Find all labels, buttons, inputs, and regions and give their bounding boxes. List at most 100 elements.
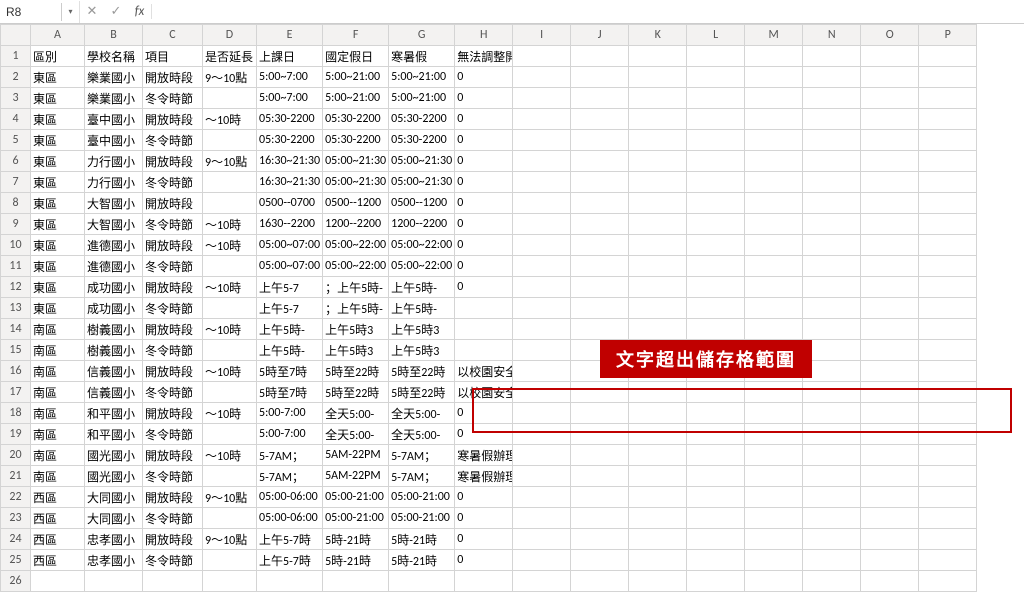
cell[interactable] xyxy=(919,46,977,67)
cell[interactable] xyxy=(745,130,803,151)
cell[interactable] xyxy=(861,46,919,67)
cell[interactable] xyxy=(513,214,571,235)
cell[interactable]: 0 xyxy=(455,151,513,172)
cell[interactable] xyxy=(455,571,513,592)
column-header-M[interactable]: M xyxy=(745,25,803,46)
cell[interactable]: 1200--2200 xyxy=(323,214,389,235)
cell[interactable]: 0 xyxy=(455,67,513,88)
cell[interactable] xyxy=(513,571,571,592)
column-header-F[interactable]: F xyxy=(323,25,389,46)
cell[interactable] xyxy=(861,88,919,109)
cell[interactable]: 和平國小 xyxy=(85,424,143,445)
row-header[interactable]: 16 xyxy=(1,361,31,382)
cell[interactable]: 和平國小 xyxy=(85,403,143,424)
cell[interactable] xyxy=(687,67,745,88)
cell[interactable] xyxy=(629,277,687,298)
cell[interactable]: 成功國小 xyxy=(85,298,143,319)
cell[interactable] xyxy=(513,340,571,361)
cell[interactable]: 05:30-2200 xyxy=(389,109,455,130)
cell[interactable]: 開放時段 xyxy=(143,235,203,256)
cell[interactable]: 05:00~21:30 xyxy=(389,172,455,193)
cell[interactable] xyxy=(919,151,977,172)
cell[interactable]: ～10時 xyxy=(203,319,257,340)
cell[interactable]: 大同國小 xyxy=(85,508,143,529)
cell[interactable] xyxy=(861,193,919,214)
cell[interactable]: 以校園安全為優先考量，校內仍有課後照顧學生尚未放學，不宜提早開放。 xyxy=(455,382,513,403)
cell[interactable]: ～10時 xyxy=(203,214,257,235)
cell[interactable]: 南區 xyxy=(31,403,85,424)
cell[interactable]: 以校園安全為優先考量，校內仍有課後照顧學生尚未放學，不宜提早開放。 xyxy=(455,361,513,382)
cell[interactable] xyxy=(861,214,919,235)
cell[interactable]: 9～10點 xyxy=(203,67,257,88)
cell[interactable]: 5時至22時 xyxy=(323,361,389,382)
cell[interactable]: 南區 xyxy=(31,319,85,340)
cell[interactable] xyxy=(629,298,687,319)
cell[interactable]: 開放時段 xyxy=(143,445,203,466)
cell[interactable]: 開放時段 xyxy=(143,361,203,382)
cell[interactable]: 大同國小 xyxy=(85,487,143,508)
cell[interactable]: 5AM-22PM xyxy=(323,445,389,466)
spreadsheet-grid[interactable]: ABCDEFGHIJKLMNOP 1區別學校名稱項目是否延長上課日國定假日寒暑假… xyxy=(0,24,977,592)
cell[interactable] xyxy=(803,67,861,88)
cell[interactable]: 0 xyxy=(455,529,513,550)
cell[interactable] xyxy=(687,130,745,151)
cell[interactable] xyxy=(803,193,861,214)
cell[interactable] xyxy=(687,151,745,172)
cell[interactable]: 冬令時節 xyxy=(143,130,203,151)
column-header-B[interactable]: B xyxy=(85,25,143,46)
cell[interactable] xyxy=(919,550,977,571)
cell[interactable]: 05:30-2200 xyxy=(257,130,323,151)
cell[interactable] xyxy=(203,88,257,109)
cell[interactable] xyxy=(629,487,687,508)
cell[interactable] xyxy=(629,424,687,445)
sheet-area[interactable]: ABCDEFGHIJKLMNOP 1區別學校名稱項目是否延長上課日國定假日寒暑假… xyxy=(0,24,1024,605)
cell[interactable]: 5時-21時 xyxy=(389,529,455,550)
cell[interactable] xyxy=(687,529,745,550)
cell[interactable]: 5-7AM； xyxy=(389,466,455,487)
cell[interactable] xyxy=(687,235,745,256)
cell[interactable]: 0500--1200 xyxy=(323,193,389,214)
cell[interactable] xyxy=(203,466,257,487)
cell[interactable] xyxy=(745,109,803,130)
cell[interactable] xyxy=(803,508,861,529)
cell[interactable]: 16:30~21:30 xyxy=(257,172,323,193)
cell[interactable]: 05:00-21:00 xyxy=(323,508,389,529)
cell[interactable]: 東區 xyxy=(31,172,85,193)
cell[interactable] xyxy=(629,172,687,193)
cell[interactable]: 05:00~07:00 xyxy=(257,235,323,256)
column-header-C[interactable]: C xyxy=(143,25,203,46)
cell[interactable] xyxy=(571,256,629,277)
cell[interactable] xyxy=(571,319,629,340)
cell[interactable]: 5:00~7:00 xyxy=(257,88,323,109)
cell[interactable]: 上午5-7時 xyxy=(257,550,323,571)
cell[interactable]: 是否延長 xyxy=(203,46,257,67)
cell[interactable]: 5:00~21:00 xyxy=(389,67,455,88)
cell[interactable] xyxy=(919,256,977,277)
cell[interactable] xyxy=(571,487,629,508)
cell[interactable]: 16:30~21:30 xyxy=(257,151,323,172)
cell[interactable] xyxy=(687,46,745,67)
cell[interactable] xyxy=(203,550,257,571)
cell[interactable] xyxy=(571,382,629,403)
cell[interactable] xyxy=(513,88,571,109)
cell[interactable] xyxy=(803,130,861,151)
cell[interactable]: 上午5時3 xyxy=(323,340,389,361)
cell[interactable]: 0500--1200 xyxy=(389,193,455,214)
cell[interactable] xyxy=(629,88,687,109)
cell[interactable]: 05:00~22:00 xyxy=(323,235,389,256)
cell[interactable]: 樹義國小 xyxy=(85,319,143,340)
cell[interactable] xyxy=(861,424,919,445)
column-header-O[interactable]: O xyxy=(861,25,919,46)
column-header-P[interactable]: P xyxy=(919,25,977,46)
cell[interactable] xyxy=(687,256,745,277)
cell[interactable] xyxy=(803,529,861,550)
cell[interactable]: 開放時段 xyxy=(143,193,203,214)
cell[interactable] xyxy=(861,550,919,571)
column-header-G[interactable]: G xyxy=(389,25,455,46)
cell[interactable] xyxy=(919,235,977,256)
cell[interactable] xyxy=(513,172,571,193)
cell[interactable] xyxy=(513,298,571,319)
cell[interactable] xyxy=(803,319,861,340)
cell[interactable] xyxy=(513,130,571,151)
cell[interactable] xyxy=(389,571,455,592)
